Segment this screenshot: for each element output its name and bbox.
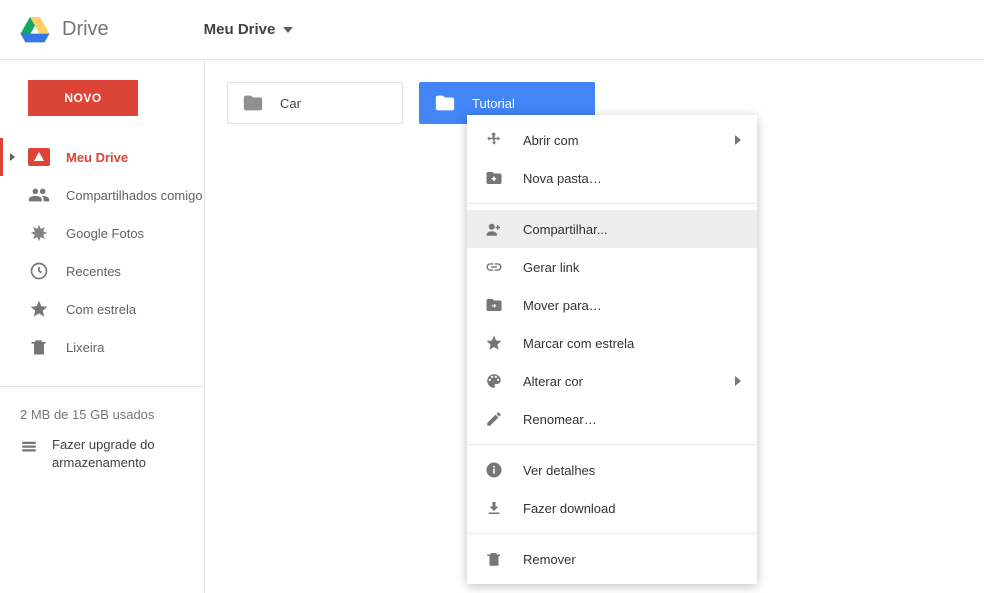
new-button[interactable]: NOVO xyxy=(28,80,138,116)
sidebar-item-recent[interactable]: Recentes xyxy=(0,252,204,290)
sidebar-item-label: Meu Drive xyxy=(66,150,128,165)
sidebar-nav: Meu Drive Compartilhados comigo Google F… xyxy=(0,138,204,366)
menu-label: Alterar cor xyxy=(523,374,583,389)
open-with-icon xyxy=(485,131,511,149)
trash-icon xyxy=(485,550,511,568)
menu-label: Abrir com xyxy=(523,133,579,148)
sidebar-item-my-drive[interactable]: Meu Drive xyxy=(0,138,204,176)
menu-new-folder[interactable]: Nova pasta… xyxy=(467,159,757,197)
menu-rename[interactable]: Renomear… xyxy=(467,400,757,438)
sidebar-item-label: Recentes xyxy=(66,264,121,279)
link-icon xyxy=(485,258,511,276)
menu-label: Ver detalhes xyxy=(523,463,595,478)
storage-usage-label: 2 MB de 15 GB usados xyxy=(20,407,194,422)
upgrade-label: Fazer upgrade do armazenamento xyxy=(52,436,194,471)
breadcrumb[interactable]: Meu Drive xyxy=(204,21,294,38)
drive-icon xyxy=(28,146,50,168)
clock-icon xyxy=(28,260,50,282)
menu-remove[interactable]: Remover xyxy=(467,540,757,578)
storage-section: 2 MB de 15 GB usados Fazer upgrade do ar… xyxy=(0,386,204,471)
menu-divider xyxy=(467,203,757,204)
sidebar-item-shared[interactable]: Compartilhados comigo xyxy=(0,176,204,214)
menu-move-to[interactable]: Mover para… xyxy=(467,286,757,324)
folder-card[interactable]: Car xyxy=(227,82,403,124)
menu-get-link[interactable]: Gerar link xyxy=(467,248,757,286)
sidebar-item-label: Compartilhados comigo xyxy=(66,188,203,203)
people-icon xyxy=(28,184,50,206)
sidebar-item-trash[interactable]: Lixeira xyxy=(0,328,204,366)
sidebar-item-label: Com estrela xyxy=(66,302,136,317)
rename-icon xyxy=(485,410,511,428)
star-icon xyxy=(28,298,50,320)
menu-divider xyxy=(467,444,757,445)
folder-label: Car xyxy=(280,96,301,111)
menu-share[interactable]: Compartilhar... xyxy=(467,210,757,248)
menu-label: Fazer download xyxy=(523,501,616,516)
menu-label: Mover para… xyxy=(523,298,602,313)
header: Drive Meu Drive xyxy=(0,0,984,60)
photos-icon xyxy=(28,222,50,244)
sidebar-item-starred[interactable]: Com estrela xyxy=(0,290,204,328)
move-icon xyxy=(485,296,511,314)
folder-icon xyxy=(242,92,264,114)
menu-label: Nova pasta… xyxy=(523,171,602,186)
menu-star[interactable]: Marcar com estrela xyxy=(467,324,757,362)
download-icon xyxy=(485,499,511,517)
menu-change-color[interactable]: Alterar cor xyxy=(467,362,757,400)
menu-label: Gerar link xyxy=(523,260,579,275)
palette-icon xyxy=(485,372,511,390)
menu-open-with[interactable]: Abrir com xyxy=(467,121,757,159)
breadcrumb-label: Meu Drive xyxy=(204,21,276,38)
star-icon xyxy=(485,334,511,352)
menu-divider xyxy=(467,533,757,534)
new-folder-icon xyxy=(485,169,511,187)
menu-label: Compartilhar... xyxy=(523,222,608,237)
sidebar: NOVO Meu Drive Compartilhados comigo xyxy=(0,60,205,593)
chevron-down-icon xyxy=(283,27,293,33)
storage-icon xyxy=(20,438,38,456)
drive-logo-icon xyxy=(20,17,50,43)
upgrade-storage-link[interactable]: Fazer upgrade do armazenamento xyxy=(20,436,194,471)
chevron-right-icon xyxy=(735,376,741,386)
menu-label: Renomear… xyxy=(523,412,597,427)
folder-icon xyxy=(434,92,456,114)
sidebar-item-photos[interactable]: Google Fotos xyxy=(0,214,204,252)
folder-label: Tutorial xyxy=(472,96,515,111)
expand-triangle-icon[interactable] xyxy=(10,153,15,161)
menu-details[interactable]: Ver detalhes xyxy=(467,451,757,489)
app-title: Drive xyxy=(62,18,109,41)
share-icon xyxy=(485,220,511,238)
sidebar-item-label: Lixeira xyxy=(66,340,104,355)
context-menu: Abrir com Nova pasta… Compartilhar... Ge… xyxy=(467,115,757,584)
info-icon xyxy=(485,461,511,479)
trash-icon xyxy=(28,336,50,358)
sidebar-item-label: Google Fotos xyxy=(66,226,144,241)
menu-label: Marcar com estrela xyxy=(523,336,634,351)
menu-download[interactable]: Fazer download xyxy=(467,489,757,527)
chevron-right-icon xyxy=(735,135,741,145)
menu-label: Remover xyxy=(523,552,576,567)
